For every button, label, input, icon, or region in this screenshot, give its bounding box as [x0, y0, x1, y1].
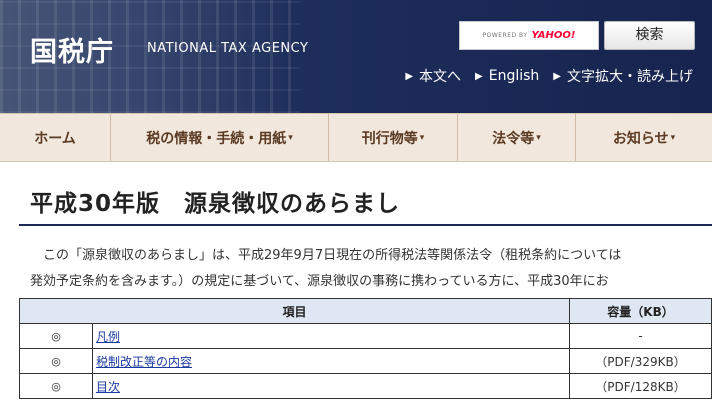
intro-line: 発効予定条約を含みます。）の規定に基づいて、源泉徴収の事務に携わっている方に、平…	[30, 274, 609, 289]
bullet-mark: ◎	[19, 373, 93, 399]
table-row: ◎ 目次 （PDF/128KB）	[19, 373, 712, 399]
size-cell: -	[569, 323, 712, 349]
powered-by-label: POWERED BY	[482, 32, 528, 39]
chevron-down-icon: ▾	[536, 132, 541, 143]
column-header-item: 項目	[19, 298, 570, 324]
nav-laws-label: 法令等	[492, 130, 535, 147]
text-size-readaloud-label: 文字拡大・読み上げ	[567, 69, 693, 85]
utility-links: ▶ 本文へ ▶ English ▶ 文字拡大・読み上げ	[405, 66, 693, 86]
chevron-down-icon: ▾	[670, 132, 676, 143]
nav-notices[interactable]: お知らせ ▾	[576, 114, 712, 161]
yahoo-logo: YAHOO!	[531, 30, 576, 41]
search-button[interactable]: 検索	[604, 21, 695, 50]
nav-tax-info[interactable]: 税の情報・手続・用紙 ▾	[111, 114, 329, 161]
item-cell: 凡例	[92, 323, 570, 349]
item-cell: 目次	[92, 373, 570, 399]
table-row: ◎ 凡例 -	[19, 323, 712, 349]
size-cell: （PDF/329KB）	[569, 348, 712, 374]
nav-home[interactable]: ホーム	[0, 114, 111, 161]
site-header: 国税庁 NATIONAL TAX AGENCY POWERED BY YAHOO…	[0, 0, 712, 113]
chevron-right-icon: ▶	[475, 70, 483, 82]
contents-table: 項目 容量（KB） ◎ 凡例 - ◎ 税制改正等の内容 （PDF/329KB） …	[19, 298, 712, 399]
skip-to-content-label: 本文へ	[419, 69, 462, 85]
intro-paragraph: この「源泉徴収のあらまし」は、平成29年9月7日現在の所得税法等関係法令（租税条…	[30, 243, 712, 295]
nav-notices-label: お知らせ	[612, 130, 669, 147]
global-nav: ホーム 税の情報・手続・用紙 ▾ 刊行物等 ▾ 法令等 ▾ お知らせ ▾	[0, 113, 712, 162]
title-divider	[19, 224, 712, 226]
skip-to-content-link[interactable]: ▶ 本文へ	[405, 66, 461, 86]
text-size-readaloud-link[interactable]: ▶ 文字拡大・読み上げ	[553, 66, 693, 86]
search-input[interactable]: POWERED BY YAHOO!	[459, 21, 599, 50]
item-link-legend[interactable]: 凡例	[96, 330, 120, 344]
page-title: 平成30年版 源泉徴収のあらまし	[30, 191, 401, 217]
english-link[interactable]: ▶ English	[475, 66, 539, 86]
size-cell: （PDF/128KB）	[569, 373, 712, 399]
column-header-size: 容量（KB）	[569, 298, 712, 324]
item-link-toc[interactable]: 目次	[96, 380, 120, 394]
nav-publications-label: 刊行物等	[361, 130, 418, 147]
table-header-row: 項目 容量（KB）	[19, 298, 712, 324]
nav-publications[interactable]: 刊行物等 ▾	[329, 114, 458, 161]
chevron-down-icon: ▾	[419, 132, 425, 143]
english-label: English	[488, 68, 540, 84]
intro-line: この「源泉徴収のあらまし」は、平成29年9月7日現在の所得税法等関係法令（租税条…	[30, 248, 622, 263]
chevron-right-icon: ▶	[405, 70, 414, 82]
nav-laws[interactable]: 法令等 ▾	[458, 114, 576, 161]
item-cell: 税制改正等の内容	[92, 348, 570, 374]
table-row: ◎ 税制改正等の内容 （PDF/329KB）	[19, 348, 712, 374]
bullet-mark: ◎	[19, 323, 93, 349]
bullet-mark: ◎	[19, 348, 93, 374]
nav-home-label: ホーム	[34, 130, 76, 147]
chevron-down-icon: ▾	[288, 132, 293, 143]
item-link-tax-reform[interactable]: 税制改正等の内容	[96, 355, 192, 369]
agency-name-en: NATIONAL TAX AGENCY	[147, 41, 309, 56]
site-logo[interactable]: 国税庁	[30, 30, 114, 69]
chevron-right-icon: ▶	[553, 70, 561, 82]
nav-tax-info-label: 税の情報・手続・用紙	[146, 130, 287, 147]
